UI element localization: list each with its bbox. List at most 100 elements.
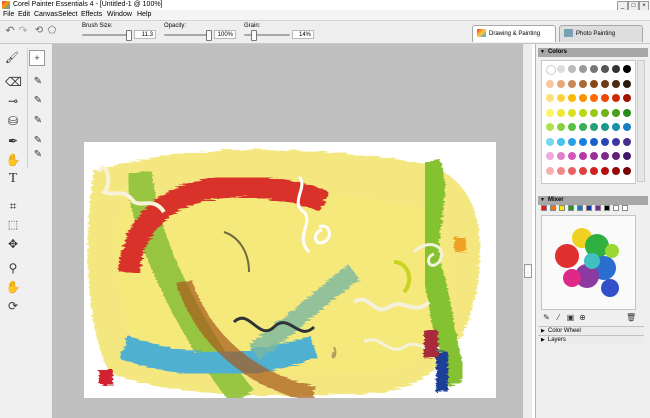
color-swatch[interactable] [601,123,609,131]
mixer-brush-icon[interactable]: ✎ [542,313,551,322]
color-swatch[interactable] [546,123,554,131]
layers-panel-header[interactable]: ▶ Layers [538,335,644,344]
color-swatch[interactable] [557,79,565,88]
color-swatch[interactable] [601,108,609,117]
color-swatch[interactable] [568,94,576,102]
color-swatch[interactable] [612,166,620,175]
menu-edit[interactable]: Edit [18,10,30,20]
color-swatch[interactable] [590,166,598,175]
brush-variant-1-icon[interactable]: ✎ [30,74,46,90]
color-swatch[interactable] [579,123,587,131]
grain-knob[interactable] [251,30,257,41]
color-swatch[interactable] [612,137,620,146]
undo-button[interactable]: ↶ [4,24,16,38]
color-swatch[interactable] [568,166,576,175]
pen-icon[interactable]: ✒ [5,133,21,149]
color-swatch[interactable] [557,108,565,117]
magnifier-icon[interactable]: ⚲ [5,260,21,276]
mixer-swatch[interactable] [577,205,583,211]
color-swatch[interactable] [579,137,587,146]
color-swatch[interactable] [612,123,620,131]
mixer-clear-icon[interactable]: 🗑 [626,313,636,322]
color-swatch[interactable] [546,166,554,175]
color-swatch[interactable] [623,108,631,117]
color-swatch[interactable] [590,137,598,146]
color-swatch[interactable] [546,152,554,160]
color-swatch[interactable] [623,137,631,146]
color-swatch[interactable] [590,108,598,117]
redo-button[interactable]: ↷ [17,24,29,38]
color-swatch[interactable] [557,152,565,160]
brush-size-slider[interactable] [82,34,132,36]
mixer-zoom-icon[interactable]: ⊕ [578,313,587,322]
rotate-icon[interactable]: ⟳ [5,298,21,314]
color-swatch[interactable] [568,137,576,146]
opacity-slider[interactable] [164,34,212,36]
color-swatch[interactable] [612,65,620,73]
brush-variant-2-icon[interactable]: ✎ [30,93,46,109]
crop-icon[interactable]: ⌗ [5,198,21,214]
color-wheel-panel-header[interactable]: ▶ Color Wheel [538,326,644,335]
menu-help[interactable]: Help [137,10,151,20]
color-swatch[interactable] [557,94,565,102]
transform-icon[interactable]: ✥ [5,236,21,252]
tab-photo-painting[interactable]: Photo Painting [559,25,643,42]
polygon-lasso-icon[interactable]: ⬠ [46,24,58,38]
color-swatch[interactable] [579,79,587,88]
lasso-icon[interactable]: ⟲ [33,24,45,38]
color-swatch[interactable] [623,152,631,160]
blender-icon[interactable]: ✋ [5,152,21,168]
brush-category-icon[interactable]: 🖌 [4,50,20,66]
color-swatch[interactable] [546,108,554,117]
color-swatch[interactable] [579,65,587,73]
color-swatch[interactable] [590,152,598,160]
opacity-knob[interactable] [206,30,212,41]
color-swatch[interactable] [579,108,587,117]
color-swatch[interactable] [579,94,587,102]
mixer-swatch[interactable] [622,205,628,211]
brush-variant-5-icon[interactable]: ✎ [30,147,46,163]
color-swatch[interactable] [623,65,631,73]
mixer-sampler-icon[interactable]: ▣ [566,313,575,322]
color-swatch[interactable] [546,65,556,75]
color-swatch[interactable] [590,79,598,88]
mixer-swatch[interactable] [595,205,601,211]
color-swatch[interactable] [590,65,598,73]
color-swatch[interactable] [623,79,631,88]
color-swatch[interactable] [612,152,620,160]
color-swatch[interactable] [568,123,576,131]
color-swatch[interactable] [612,79,620,88]
mixer-swatch[interactable] [550,205,556,211]
menu-canvas[interactable]: Canvas [34,10,58,20]
brush-variant-3-icon[interactable]: ✎ [30,113,46,129]
color-swatch[interactable] [623,166,631,175]
mixer-swatch[interactable] [568,205,574,211]
color-swatch[interactable] [557,123,565,131]
mixer-panel-header[interactable]: ▼ Mixer [538,196,648,205]
color-swatch[interactable] [612,94,620,102]
vertical-scrollbar[interactable] [522,44,532,418]
text-icon[interactable]: T [5,171,21,187]
dropper-icon[interactable]: ⊸ [5,93,21,109]
selection-icon[interactable]: ⬚ [5,217,21,233]
color-swatch[interactable] [601,79,609,88]
color-swatch[interactable] [546,137,554,146]
color-swatch[interactable] [601,94,609,102]
color-swatch[interactable] [546,94,554,102]
colors-scrollbar[interactable] [637,60,645,182]
paint-bucket-icon[interactable]: ⛁ [5,113,21,129]
color-swatch[interactable] [601,166,609,175]
scrollbar-thumb[interactable] [524,264,532,278]
color-swatch[interactable] [623,123,631,131]
mixer-swatch[interactable] [559,205,565,211]
mixer-swatch[interactable] [613,205,619,211]
color-swatch[interactable] [623,94,631,102]
color-swatch[interactable] [568,65,576,73]
mixer-pad[interactable] [541,215,636,310]
painting-canvas[interactable] [84,142,496,398]
tab-drawing-painting[interactable]: Drawing & Painting [472,25,556,42]
color-swatch[interactable] [568,108,576,117]
color-swatch[interactable] [590,123,598,131]
color-swatch[interactable] [557,65,565,73]
eraser-icon[interactable]: ⌫ [5,74,22,90]
